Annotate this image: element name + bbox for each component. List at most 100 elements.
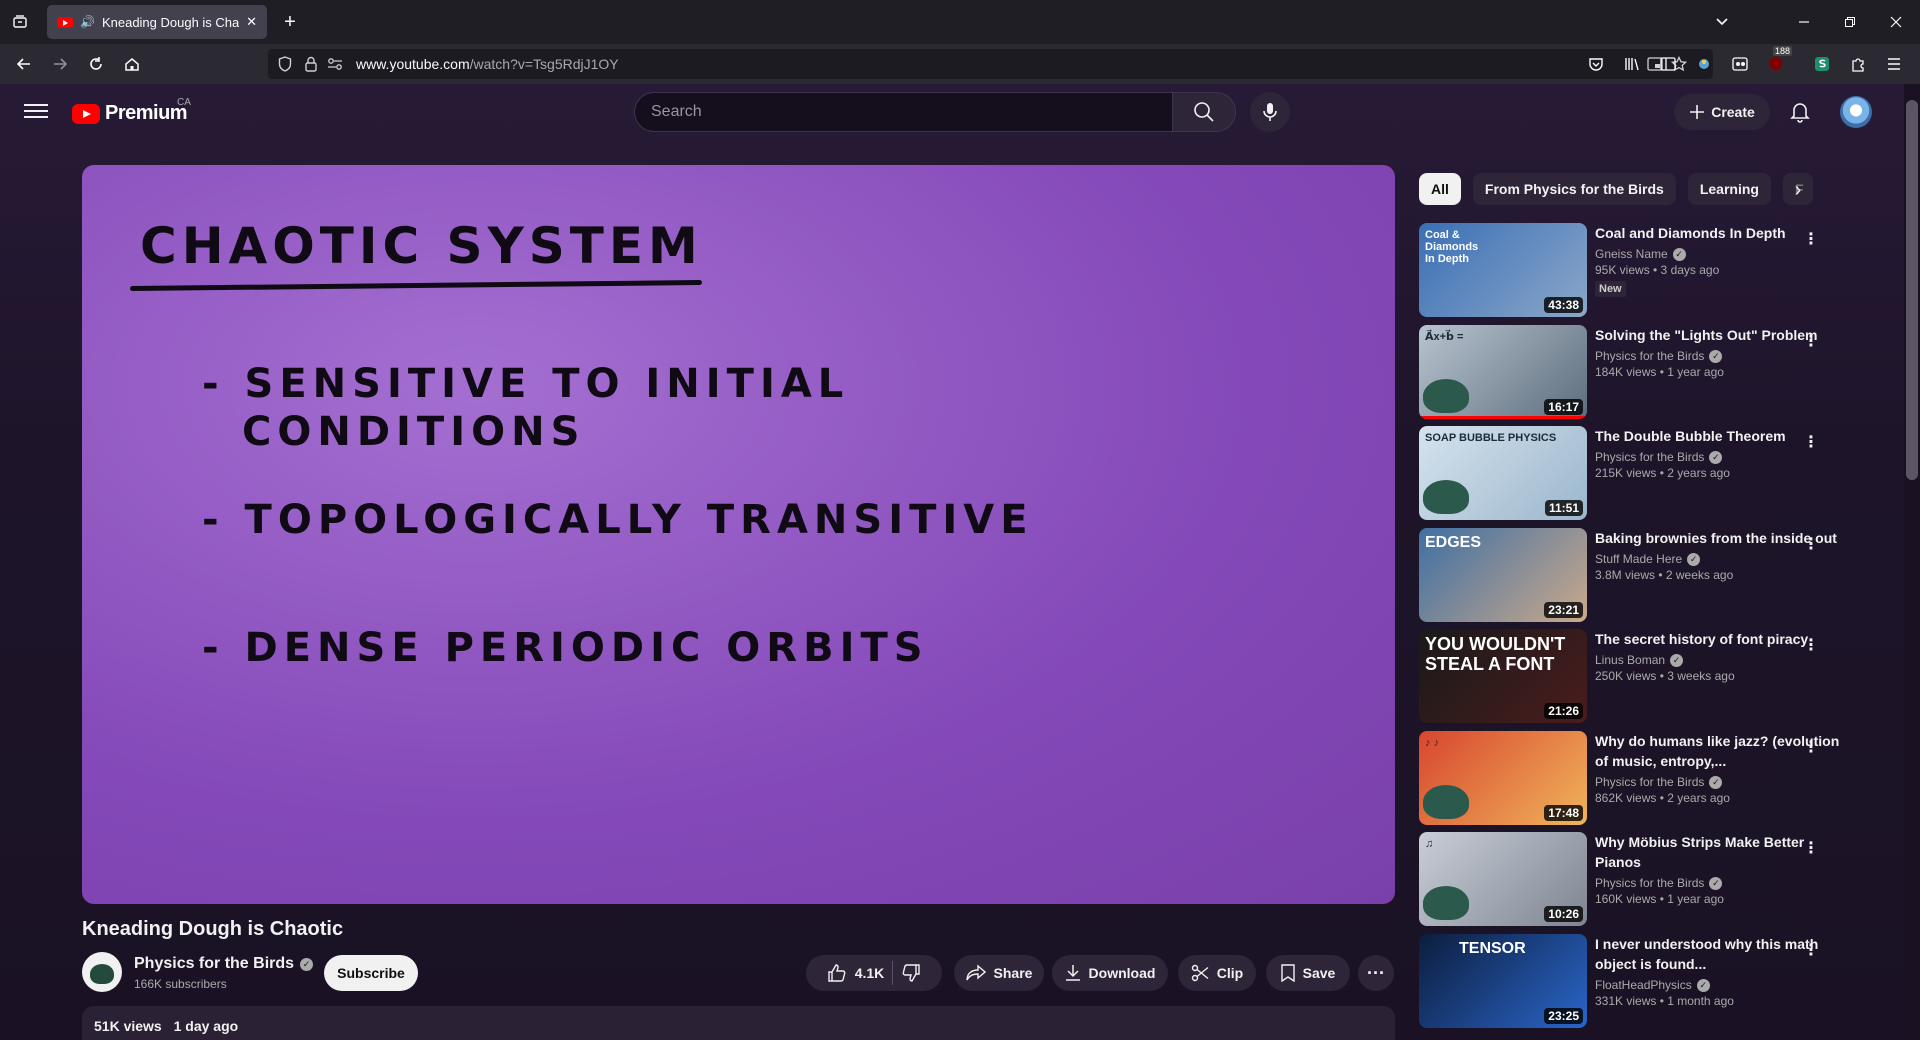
recommendation-thumbnail[interactable]: ♫ 10:26	[1419, 832, 1587, 926]
recommendation-item[interactable]: YOU WOULDN'T STEAL A FONT 21:26 The secret…	[1419, 629, 1879, 723]
description-box[interactable]: 51K views 1 day ago	[82, 1006, 1395, 1040]
verified-check-icon: ✓	[1709, 450, 1723, 464]
dislike-button[interactable]	[901, 963, 921, 983]
recommendation-chips: All From Physics for the Birds Learning …	[1419, 173, 1813, 205]
lock-icon[interactable]	[302, 55, 320, 73]
more-options-kebab-icon[interactable]: ⋮	[1799, 938, 1823, 962]
create-button[interactable]: Create	[1674, 94, 1770, 130]
page-scrollbar-thumb[interactable]	[1906, 100, 1918, 480]
video-player[interactable]: CHAOTIC SYSTEM - SENSITIVE TO INITIAL CO…	[82, 165, 1395, 904]
channel-avatar[interactable]	[82, 952, 122, 992]
more-options-kebab-icon[interactable]: ⋮	[1799, 735, 1823, 759]
like-button[interactable]: 4.1K	[827, 963, 884, 983]
extension-s-icon[interactable]	[1808, 50, 1836, 78]
recommendation-channel[interactable]: FloatHeadPhysics ✓	[1595, 978, 1845, 992]
list-all-tabs-chevron-icon[interactable]	[1708, 8, 1736, 36]
logo-text: Premium	[105, 102, 188, 124]
recommendation-meta: 250K views • 3 weeks ago	[1595, 669, 1735, 683]
recommendation-item[interactable]: ♫ 10:26 Why Möbius Strips Make Better Pian…	[1419, 832, 1879, 926]
search-input[interactable]	[651, 103, 1172, 121]
recommendation-thumbnail[interactable]: YOU WOULDN'T STEAL A FONT 21:26	[1419, 629, 1587, 723]
country-code: CA	[177, 97, 191, 108]
recommendation-thumbnail[interactable]: EDGES 23:21	[1419, 528, 1587, 622]
recommendation-item[interactable]: A⃗x+b⃗ = 16:17 Solving the "Lights Out" Pr…	[1419, 325, 1879, 419]
sidebar-icon[interactable]	[1654, 50, 1682, 78]
recommendation-thumbnail[interactable]: TENSOR 23:25	[1419, 934, 1587, 1028]
library-icon[interactable]	[1618, 50, 1646, 78]
recommendation-item[interactable]: Coal & Diamonds In Depth 43:38 Coal and Di…	[1419, 223, 1879, 317]
recommendation-thumbnail[interactable]: A⃗x+b⃗ = 16:17	[1419, 325, 1587, 419]
new-tab-icon[interactable]: +	[276, 8, 304, 36]
extension-media-icon[interactable]	[1726, 50, 1754, 78]
like-divider	[892, 961, 894, 985]
recommendation-item[interactable]: SOAP BUBBLE PHYSICS 11:51 The Double Bubbl…	[1419, 426, 1879, 520]
voice-search-button[interactable]	[1250, 92, 1290, 132]
verified-check-icon: ✓	[1696, 978, 1710, 992]
save-label: Save	[1302, 965, 1336, 981]
more-options-kebab-icon[interactable]: ⋮	[1799, 633, 1823, 657]
account-avatar[interactable]	[1840, 96, 1872, 128]
url-bar[interactable]: www.youtube.com/watch?v=Tsg5RdjJ1OY	[268, 49, 1713, 79]
ublock-badge: 188	[1773, 46, 1793, 56]
youtube-favicon-icon	[57, 16, 73, 28]
app-menu-icon[interactable]	[1880, 50, 1908, 78]
home-icon[interactable]	[118, 50, 146, 78]
recommendation-thumbnail[interactable]: SOAP BUBBLE PHYSICS 11:51	[1419, 426, 1587, 520]
save-button[interactable]: Save	[1266, 955, 1350, 991]
like-dislike-group: 4.1K	[806, 955, 942, 991]
recommendation-thumbnail[interactable]: ♪ ♪ 17:48	[1419, 731, 1587, 825]
forward-icon[interactable]	[46, 50, 74, 78]
thumbnail-text: ♫	[1425, 838, 1434, 850]
thumbnail-mascot-icon	[1423, 480, 1469, 514]
minimize-icon[interactable]	[1790, 8, 1818, 36]
back-icon[interactable]	[10, 50, 38, 78]
board-heading: CHAOTIC SYSTEM	[140, 217, 703, 275]
window-close-icon[interactable]	[1882, 8, 1910, 36]
more-options-kebab-icon[interactable]: ⋮	[1799, 532, 1823, 556]
download-button[interactable]: Download	[1052, 955, 1168, 991]
extensions-puzzle-icon[interactable]	[1844, 50, 1872, 78]
share-button[interactable]: Share	[954, 955, 1044, 991]
recommendation-channel-name: Stuff Made Here	[1595, 552, 1683, 566]
permissions-icon[interactable]	[326, 55, 344, 73]
ublock-icon[interactable]: 188	[1762, 46, 1793, 78]
recommendation-item[interactable]: ♪ ♪ 17:48 Why do humans like jazz? (evolut…	[1419, 731, 1879, 825]
notifications-bell-icon[interactable]	[1786, 98, 1814, 126]
video-duration: 21:26	[1544, 703, 1583, 719]
browser-tab-active[interactable]: 🔊 Kneading Dough is Chaotic ✕	[47, 5, 267, 39]
clip-button[interactable]: Clip	[1178, 955, 1256, 991]
more-options-kebab-icon[interactable]: ⋮	[1799, 430, 1823, 454]
board-line-3: - DENSE PERIODIC ORBITS	[202, 625, 929, 671]
more-actions-button[interactable]: ···	[1358, 955, 1394, 991]
recommendation-channel[interactable]: Physics for the Birds ✓	[1595, 775, 1845, 789]
reload-icon[interactable]	[82, 50, 110, 78]
thumbs-up-icon	[828, 964, 846, 982]
tracking-shield-icon[interactable]	[276, 55, 294, 73]
more-options-kebab-icon[interactable]: ⋮	[1799, 227, 1823, 251]
chip-learning[interactable]: Learning	[1687, 173, 1771, 205]
recommendation-thumbnail[interactable]: Coal & Diamonds In Depth 43:38	[1419, 223, 1587, 317]
speaker-icon[interactable]: 🔊	[80, 15, 95, 29]
extension-bird-icon[interactable]	[1690, 50, 1718, 78]
tab-list-icon[interactable]	[6, 8, 34, 36]
chips-next-chevron-icon[interactable]: ›	[1784, 176, 1812, 204]
youtube-premium-logo[interactable]: Premium CA	[72, 97, 191, 125]
pocket-icon[interactable]	[1582, 50, 1610, 78]
channel-name-link[interactable]: Physics for the Birds ✓	[134, 955, 314, 973]
heading-underline	[129, 280, 703, 291]
restore-icon[interactable]	[1836, 8, 1864, 36]
chip-all[interactable]: All	[1419, 173, 1461, 205]
guide-menu-icon[interactable]	[24, 100, 48, 124]
recommendation-item[interactable]: TENSOR 23:25 I never understood why this m…	[1419, 934, 1879, 1028]
tab-close-icon[interactable]: ✕	[246, 14, 257, 30]
more-options-kebab-icon[interactable]: ⋮	[1799, 329, 1823, 353]
video-duration: 23:21	[1544, 602, 1583, 618]
scissors-icon	[1191, 964, 1209, 982]
chip-from-channel[interactable]: From Physics for the Birds	[1472, 173, 1676, 205]
more-options-kebab-icon[interactable]: ⋮	[1799, 836, 1823, 860]
recommendation-channel[interactable]: Physics for the Birds ✓	[1595, 876, 1845, 890]
search-button[interactable]	[1172, 92, 1236, 132]
subscribe-button[interactable]: Subscribe	[324, 955, 418, 991]
recommendation-item[interactable]: EDGES 23:21 Baking brownies from the insid…	[1419, 528, 1879, 622]
recommendation-meta: 331K views • 1 month ago	[1595, 994, 1734, 1008]
